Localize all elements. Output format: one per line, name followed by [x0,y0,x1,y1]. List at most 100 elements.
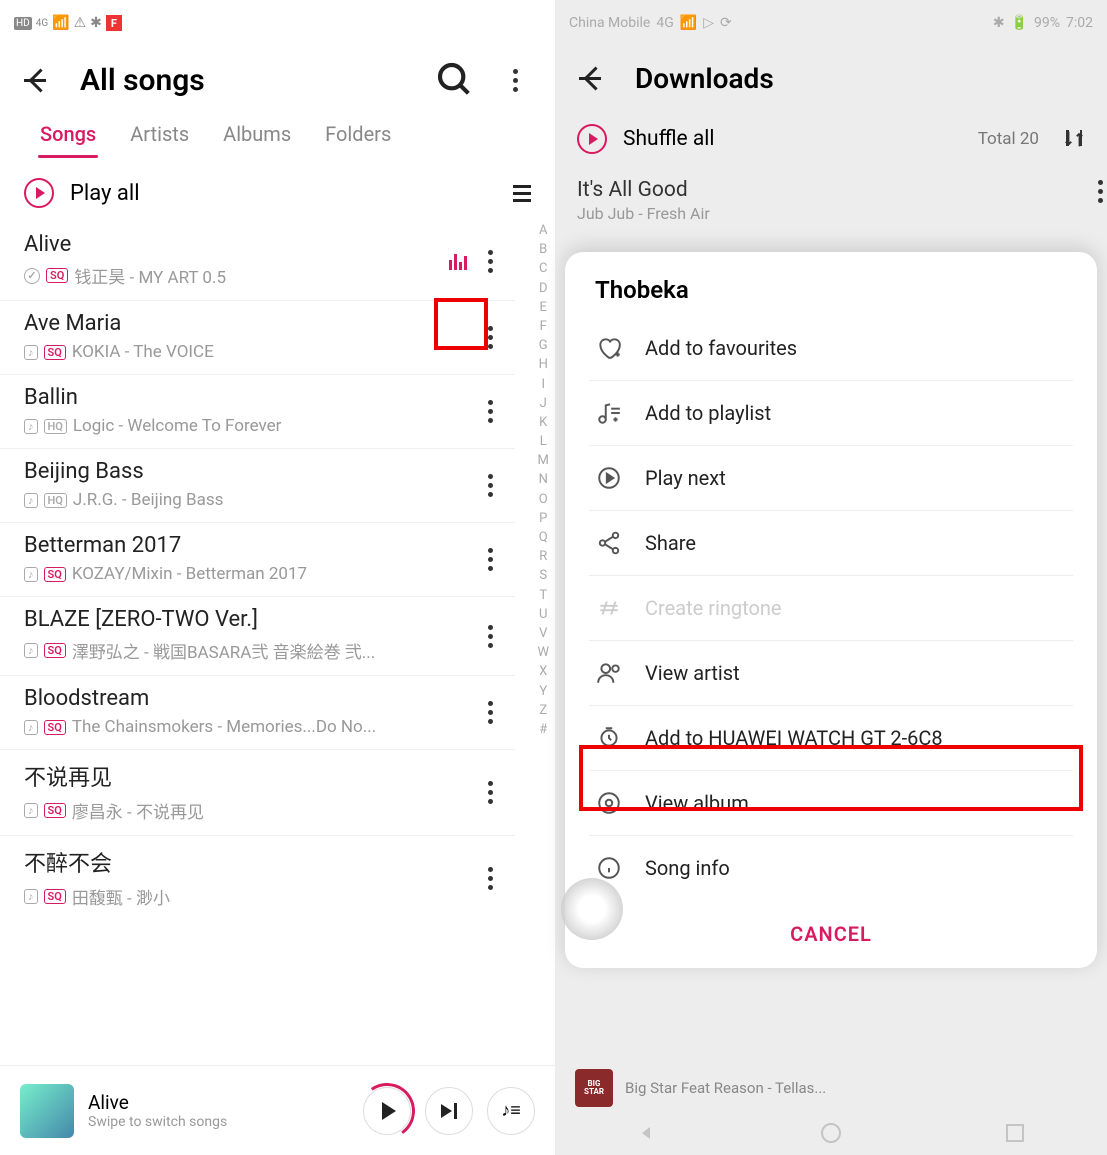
right-screenshot: China Mobile 4G📶▷⟳ ✱🔋 99% 7:02 Downloads… [555,0,1107,1155]
shuffle-row[interactable]: Shuffle all Total 20 [555,110,1107,168]
song-item[interactable]: Beijing Bass♪ HQ J.R.G. - Beijing Bass [0,449,515,523]
nav-home[interactable] [819,1121,843,1145]
song-item[interactable]: Ballin♪ HQ Logic - Welcome To Forever [0,375,515,449]
menu-item-playlist[interactable]: Add to playlist [589,381,1073,446]
header: Downloads [555,46,1107,110]
index-letter[interactable]: U [539,606,547,624]
left-screenshot: HD 4G 📶⚠✱ F All songs Songs Artists Albu… [0,0,555,1155]
index-letter[interactable]: # [539,721,547,739]
song-more-button[interactable] [475,778,505,808]
menu-item-info[interactable]: Song info [589,836,1073,900]
menu-item-heart[interactable]: Add to favourites [589,316,1073,381]
index-letter[interactable]: J [540,395,547,413]
mini-player[interactable]: BIGSTAR Big Star Feat Reason - Tellas... [555,1061,1107,1115]
song-item[interactable]: Betterman 2017♪ SQ KOZAY/Mixin - Betterm… [0,523,515,597]
song-more-button[interactable] [475,471,505,501]
index-letter[interactable]: Z [539,702,547,720]
play-all-row[interactable]: Play all [0,158,555,222]
song-item[interactable]: BLAZE [ZERO-TWO Ver.]♪ SQ 澤野弘之 - 戦国BASAR… [0,597,515,676]
index-letter[interactable]: R [539,548,547,566]
battery-label: 99% [1034,15,1060,31]
song-meta: ✓ SQ 钱正昊 - MY ART 0.5 [24,263,491,288]
index-letter[interactable]: H [539,356,548,374]
track-title: It's All Good [577,178,1085,202]
menu-item-artist[interactable]: View artist [589,641,1073,706]
tab-albums[interactable]: Albums [223,114,291,158]
index-letter[interactable]: D [539,280,548,298]
index-letter[interactable]: B [539,241,547,259]
song-more-button[interactable] [475,397,505,427]
time-label: 7:02 [1066,15,1093,31]
alpha-index[interactable]: ABCDEFGHIJKLMNOPQRSTUVWXYZ# [537,222,549,739]
index-letter[interactable]: W [537,644,549,662]
menu-item-playnext[interactable]: Play next [589,446,1073,511]
index-letter[interactable]: C [539,260,547,278]
menu-item-album[interactable]: View album [589,771,1073,836]
cancel-button[interactable]: CANCEL [565,900,1097,968]
index-letter[interactable]: S [539,567,547,585]
track-artist: Jub Jub - Fresh Air [577,204,1085,223]
assistive-touch[interactable] [561,878,623,940]
song-more-button[interactable] [475,545,505,575]
playlist-icon [595,399,623,427]
song-item[interactable]: Ave Maria♪ SQ KOKIA - The VOICE [0,301,515,375]
index-letter[interactable]: T [539,587,547,605]
index-letter[interactable]: V [539,625,547,643]
menu-item-watch[interactable]: Add to HUAWEI WATCH GT 2-6C8 [589,706,1073,771]
index-letter[interactable]: A [539,222,547,240]
song-item[interactable]: Alive✓ SQ 钱正昊 - MY ART 0.5 [0,222,515,301]
song-more-button[interactable] [475,621,505,651]
index-letter[interactable]: L [540,433,547,451]
share-icon [595,529,623,557]
sheet-title: Thobeka [565,276,1097,316]
tab-songs[interactable]: Songs [40,114,96,158]
ringtone-icon [595,594,623,622]
index-letter[interactable]: N [539,471,548,489]
index-letter[interactable]: Y [539,683,547,701]
index-letter[interactable]: F [540,318,547,336]
multiselect-icon[interactable] [505,183,531,203]
header: All songs [0,46,555,114]
song-title: BLAZE [ZERO-TWO Ver.] [24,607,491,632]
song-item[interactable]: Bloodstream♪ SQ The Chainsmokers - Memor… [0,676,515,750]
album-icon [595,789,623,817]
track-row[interactable]: It's All Good Jub Jub - Fresh Air [555,168,1107,233]
tab-artists[interactable]: Artists [130,114,189,158]
nav-recent[interactable] [1003,1121,1027,1145]
index-letter[interactable]: E [540,299,547,317]
index-letter[interactable]: P [539,510,547,528]
index-letter[interactable]: O [539,491,548,509]
index-letter[interactable]: X [539,663,547,681]
tab-folders[interactable]: Folders [325,114,391,158]
menu-item-ringtone: Create ringtone [589,576,1073,641]
back-button[interactable] [20,60,60,100]
search-button[interactable] [435,60,475,100]
carrier-label: China Mobile [569,15,650,31]
sort-icon[interactable] [1063,128,1085,150]
shuffle-play-icon [577,124,607,154]
index-letter[interactable]: M [538,452,549,470]
index-letter[interactable]: I [541,376,545,394]
queue-button[interactable]: ♪≡ [487,1087,535,1135]
song-meta: ♪ SQ The Chainsmokers - Memories...Do No… [24,717,491,737]
index-letter[interactable]: K [539,414,547,432]
nav-back[interactable] [635,1121,659,1145]
now-playing-bar[interactable]: Alive Swipe to switch songs ♪≡ [0,1065,555,1155]
menu-item-share[interactable]: Share [589,511,1073,576]
index-letter[interactable]: Q [539,529,548,547]
song-more-button[interactable] [475,323,505,353]
action-sheet: Thobeka Add to favourites Add to playlist… [565,252,1097,968]
song-item[interactable]: 不醉不会♪ SQ 田馥甄 - 渺小 [0,836,515,921]
song-meta: ♪ SQ KOZAY/Mixin - Betterman 2017 [24,564,491,584]
back-button[interactable] [575,58,615,98]
menu-label: Add to favourites [645,336,797,360]
song-more-button[interactable] [475,246,505,276]
song-item[interactable]: 不说再见♪ SQ 廖昌永 - 不说再见 [0,750,515,836]
index-letter[interactable]: G [539,337,548,355]
song-more-button[interactable] [475,864,505,894]
more-button[interactable] [495,60,535,100]
next-button[interactable] [425,1087,473,1135]
song-more-button[interactable] [475,698,505,728]
track-more-icon[interactable] [1098,180,1103,203]
page-title: Downloads [635,62,774,95]
